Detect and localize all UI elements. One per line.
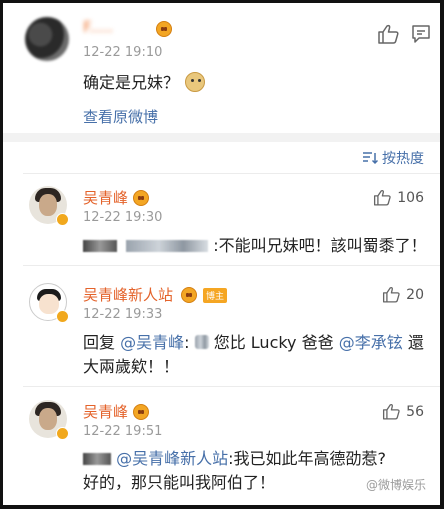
comment-text-line2: 大兩歲欸！！ [83, 357, 180, 376]
divider [23, 265, 440, 266]
sort-icon [363, 152, 378, 165]
blogger-badge: 博主 [203, 288, 228, 303]
commenter-name-text: 吴青峰 [83, 403, 129, 421]
like-button[interactable]: 56 [382, 403, 424, 420]
like-icon [383, 403, 400, 420]
sticker-icon [194, 335, 209, 349]
like-icon[interactable] [377, 24, 399, 44]
comment-text: :不能叫兄妹吧！該叫蜀黍了！ [83, 232, 427, 256]
fan-emoji-badge-icon [156, 21, 172, 37]
comment-time: 12-22 19:51 [83, 424, 163, 439]
reply-prefix: 回复 [83, 333, 116, 352]
fan-emoji-badge-icon [181, 287, 197, 303]
like-icon [374, 189, 391, 206]
like-count: 106 [397, 189, 424, 206]
comment-time: 12-22 19:30 [83, 210, 163, 225]
avatar-face [39, 294, 59, 314]
comment-icon[interactable] [410, 23, 432, 45]
fan-emoji-badge-icon [133, 190, 149, 206]
post-text-content: 确定是兄妹？ [83, 73, 180, 92]
post-text: 确定是兄妹？ [83, 69, 206, 93]
blurred-username [83, 240, 117, 252]
comment-colon: : [184, 333, 190, 352]
view-original-link[interactable]: 查看原微博 [83, 106, 158, 127]
verified-badge-icon [56, 310, 69, 323]
post-time: 12-22 19:10 [83, 45, 163, 60]
like-count: 56 [406, 403, 424, 420]
fan-emoji-badge-icon [133, 404, 149, 420]
weibo-comment-screenshot: F..... 12-22 19:10 确定是兄妹？ 查看原微博 按热度 吴青峰 … [0, 0, 444, 509]
like-icon [383, 286, 400, 303]
divider [23, 386, 440, 387]
commenter-name-text: 吴青峰 [83, 189, 129, 207]
verified-badge-icon [56, 213, 69, 226]
comment-text-content: 您比 Lucky 爸爸 [213, 333, 334, 352]
sort-by-hot-button[interactable]: 按热度 [362, 148, 424, 168]
comment-time: 12-22 19:33 [83, 307, 163, 322]
section-divider [3, 133, 440, 142]
mention-link[interactable]: @吴青峰新人站 [116, 449, 228, 468]
doge-emoji-icon [185, 72, 206, 92]
blurred-username [83, 453, 111, 465]
comment-text-content: 還 [407, 333, 424, 352]
commenter-name[interactable]: 吴青峰新人站 [83, 284, 173, 305]
blurred-username [126, 240, 209, 252]
comment-text-content: :不能叫兄妹吧！該叫蜀黍了！ [213, 236, 427, 255]
like-button[interactable]: 20 [382, 286, 424, 303]
divider [23, 173, 440, 174]
like-count: 20 [406, 286, 424, 303]
post-author-avatar[interactable] [25, 17, 69, 61]
avatar-face [39, 408, 57, 430]
sort-label: 按热度 [382, 151, 424, 167]
commenter-name[interactable]: 吴青峰 [83, 401, 128, 422]
avatar-face [39, 194, 57, 216]
comment-text-line1: @吴青峰新人站:我已如此年高德劭惹? [83, 445, 386, 469]
mention-link[interactable]: @李承铉 [339, 333, 403, 352]
weibo-watermark: @微博娱乐 [365, 478, 426, 492]
commenter-name-text: 吴青峰新人站 [83, 286, 174, 304]
like-button[interactable]: 106 [373, 189, 424, 206]
mention-link[interactable]: @吴青峰 [120, 333, 184, 352]
post-author-name[interactable]: F..... [83, 18, 113, 36]
verified-badge-icon [56, 427, 69, 440]
comment-text-line1: 回复 @吴青峰: 您比 Lucky 爸爸 @李承铉 還 [83, 329, 424, 353]
comment-text-content: :我已如此年高德劭惹? [228, 449, 386, 468]
original-post: F..... 12-22 19:10 确定是兄妹？ 查看原微博 [3, 3, 440, 133]
comment-text-line2: 好的，那只能叫我阿伯了！ [83, 473, 276, 492]
commenter-name[interactable]: 吴青峰 [83, 187, 128, 208]
